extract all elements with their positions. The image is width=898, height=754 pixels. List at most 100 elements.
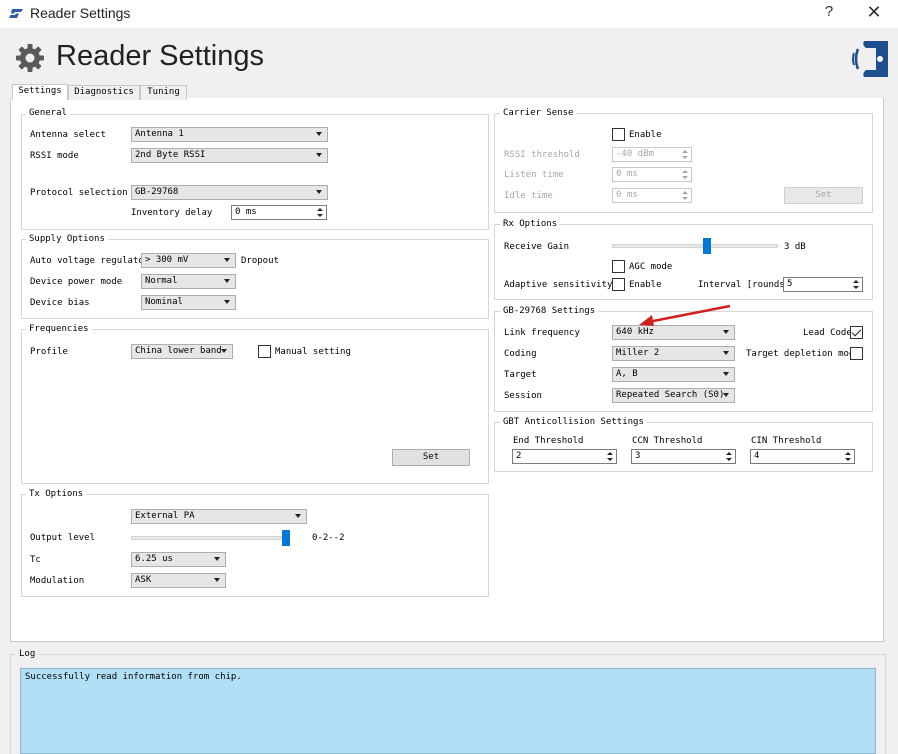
receive-gain-slider[interactable] [612, 244, 778, 248]
tx-options-title: Tx Options [26, 489, 87, 499]
tab-tuning[interactable]: Tuning [140, 85, 187, 100]
pa-select[interactable]: External PA [131, 509, 307, 524]
target-depletion-checkbox[interactable] [850, 347, 863, 360]
spin-arrows-icon[interactable] [851, 278, 862, 291]
carrier-sense-title: Carrier Sense [500, 108, 577, 118]
antenna-select[interactable]: Antenna 1 [131, 127, 328, 142]
spin-arrows-icon[interactable] [724, 450, 735, 463]
target-depletion-label: Target depletion mode [746, 349, 860, 359]
tc-select[interactable]: 6.25 us [131, 552, 226, 567]
output-level-slider-handle[interactable] [281, 530, 290, 546]
cin-threshold-spinbox[interactable]: 4 [750, 449, 855, 464]
agc-mode-checkbox[interactable] [612, 260, 625, 273]
chevron-down-icon [723, 351, 729, 355]
gb29768-settings-title: GB-29768 Settings [500, 306, 599, 316]
ccn-threshold-spinbox[interactable]: 3 [631, 449, 736, 464]
supply-options-title: Supply Options [26, 234, 108, 244]
lead-code-checkbox[interactable] [850, 326, 863, 339]
page-title: Reader Settings [56, 40, 264, 72]
receive-gain-label: Receive Gain [504, 242, 570, 252]
rssi-mode-select[interactable]: 2nd Byte RSSI [131, 148, 328, 163]
end-threshold-label: End Threshold [513, 436, 584, 446]
st-logo-icon [9, 9, 23, 18]
carrier-enable-checkbox[interactable] [612, 128, 625, 141]
power-mode-label: Device power mode [30, 277, 123, 287]
modulation-select[interactable]: ASK [131, 573, 226, 588]
chevron-down-icon [723, 372, 729, 376]
close-button[interactable]: ✕ [862, 2, 886, 24]
agc-mode-label: AGC mode [629, 262, 673, 272]
chevron-down-icon [723, 330, 729, 334]
output-level-slider[interactable] [131, 536, 289, 540]
listen-time-spinbox[interactable]: 0 ms [612, 167, 692, 182]
log-title: Log [16, 649, 39, 659]
device-bias-select[interactable]: Nominal [141, 295, 236, 310]
chevron-down-icon [214, 557, 220, 561]
chevron-down-icon [224, 300, 230, 304]
avr-label: Auto voltage regulator [30, 256, 150, 266]
chevron-down-icon [723, 393, 729, 397]
protocol-select[interactable]: GB-29768 [131, 185, 328, 200]
help-button[interactable]: ? [820, 3, 838, 23]
receive-gain-value: 3 dB [784, 242, 806, 252]
rx-options-title: Rx Options [500, 219, 561, 229]
manual-setting-checkbox[interactable] [258, 345, 271, 358]
chevron-down-icon [221, 349, 227, 353]
dropout-label: Dropout [241, 256, 279, 266]
gbt-anticollision-group [494, 422, 873, 472]
inventory-delay-spinbox[interactable]: 0 ms [231, 205, 327, 220]
chevron-down-icon [316, 190, 322, 194]
profile-select[interactable]: China lower band [131, 344, 233, 359]
coding-select[interactable]: Miller 2 [612, 346, 735, 361]
carrier-set-button[interactable]: Set [784, 187, 863, 204]
chevron-down-icon [295, 514, 301, 518]
annotation-arrow-icon [639, 304, 731, 326]
tab-diagnostics[interactable]: Diagnostics [68, 85, 140, 100]
link-frequency-label: Link frequency [504, 328, 580, 338]
rssi-mode-label: RSSI mode [30, 151, 79, 161]
chevron-down-icon [214, 578, 220, 582]
spin-arrows-icon[interactable] [605, 450, 616, 463]
adaptive-sensitivity-label: Adaptive sensitivity [504, 280, 613, 290]
general-title: General [26, 108, 70, 118]
target-label: Target [504, 370, 537, 380]
lead-code-label: Lead Code [803, 328, 852, 338]
receive-gain-slider-handle[interactable] [702, 238, 711, 254]
session-select[interactable]: Repeated Search (S0) [612, 388, 735, 403]
manual-setting-label: Manual setting [275, 347, 351, 357]
interval-spinbox[interactable]: 5 [783, 277, 863, 292]
frequencies-set-button[interactable]: Set [392, 449, 470, 466]
idle-time-spinbox[interactable]: 0 ms [612, 188, 692, 203]
rssi-threshold-spinbox[interactable]: -40 dBm [612, 147, 692, 162]
gear-icon [16, 44, 44, 72]
coding-label: Coding [504, 349, 537, 359]
spin-arrows-icon[interactable] [680, 168, 691, 181]
target-select[interactable]: A, B [612, 367, 735, 382]
spin-arrows-icon[interactable] [680, 148, 691, 161]
spin-arrows-icon[interactable] [315, 206, 326, 219]
carrier-enable-label: Enable [629, 130, 662, 140]
tab-settings[interactable]: Settings [12, 84, 68, 100]
spin-arrows-icon[interactable] [843, 450, 854, 463]
window-title: Reader Settings [30, 5, 131, 21]
power-mode-select[interactable]: Normal [141, 274, 236, 289]
adaptive-enable-checkbox[interactable] [612, 278, 625, 291]
chevron-down-icon [316, 153, 322, 157]
rssi-threshold-label: RSSI threshold [504, 150, 580, 160]
ccn-threshold-label: CCN Threshold [632, 436, 703, 446]
spin-arrows-icon[interactable] [680, 189, 691, 202]
log-output[interactable]: Successfully read information from chip. [20, 668, 876, 754]
avr-select[interactable]: > 300 mV [141, 253, 236, 268]
profile-label: Profile [30, 347, 68, 357]
chevron-down-icon [224, 258, 230, 262]
interval-label: Interval [rounds] [698, 280, 791, 290]
adaptive-enable-label: Enable [629, 280, 662, 290]
modulation-label: Modulation [30, 576, 85, 586]
output-level-value: 0-2--2 [312, 533, 345, 543]
chevron-down-icon [316, 132, 322, 136]
gbt-anticollision-title: GBT Anticollision Settings [500, 417, 647, 427]
end-threshold-spinbox[interactable]: 2 [512, 449, 617, 464]
session-label: Session [504, 391, 542, 401]
title-bar [0, 0, 898, 28]
frequencies-title: Frequencies [26, 324, 92, 334]
